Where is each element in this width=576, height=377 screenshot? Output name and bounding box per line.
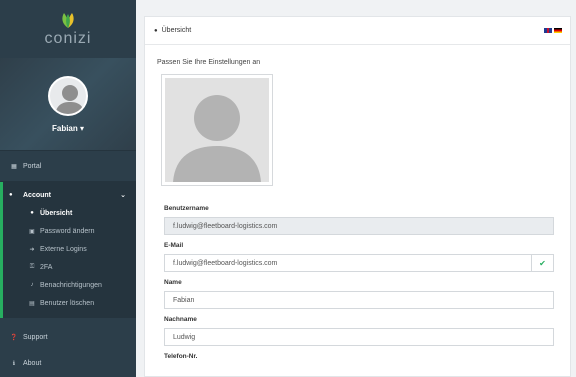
flag-en-icon[interactable] <box>544 28 552 33</box>
user-icon: ● <box>154 27 158 34</box>
page-title: Übersicht <box>161 27 192 34</box>
email-field[interactable]: f.ludwig@fleetboard-logistics.com ✔ <box>164 254 554 272</box>
logo[interactable]: conizi <box>0 0 136 58</box>
grid-icon: ▦ <box>11 163 17 170</box>
lastname-label: Nachname <box>164 316 197 323</box>
leaf-logo-icon <box>62 12 74 28</box>
main-panel: ● Übersicht Passen Sie Ihre Einstellunge… <box>144 16 571 377</box>
sidebar-item-delete-user[interactable]: ▤ Benutzer löschen <box>3 294 136 312</box>
sidebar-item-external-logins[interactable]: ➜ Externe Logins <box>3 240 136 258</box>
sidebar-item-label: 2FA <box>40 263 53 271</box>
sidebar: conizi Fabian ▾ ▦ Portal ● Account ⌄ ● Ü… <box>0 0 136 377</box>
lock-icon: ▣ <box>29 228 35 235</box>
sidebar-item-about[interactable]: ℹ About <box>0 350 136 376</box>
bell-icon: ♪ <box>30 282 34 288</box>
chevron-down-icon: ⌄ <box>120 192 126 199</box>
username-label: Benutzername <box>164 205 209 212</box>
profile-picture[interactable] <box>161 74 273 186</box>
sidebar-item-uebersicht[interactable]: ● Übersicht <box>3 204 136 222</box>
sidebar-item-account[interactable]: ● Account ⌄ <box>3 186 136 204</box>
sidebar-item-label: Benutzer löschen <box>40 299 95 307</box>
info-icon: ℹ <box>12 360 16 367</box>
help-icon: ❓ <box>10 334 18 341</box>
lastname-field[interactable]: Ludwig <box>164 328 554 346</box>
sidebar-item-label: Benachrichtigungen <box>40 281 102 289</box>
lastname-value: Ludwig <box>173 333 196 341</box>
name-field[interactable]: Fabian <box>164 291 554 309</box>
user-silhouette-icon <box>173 95 261 182</box>
email-value: f.ludwig@fleetboard-logistics.com <box>173 259 278 267</box>
sidebar-item-label: Password ändern <box>40 227 95 235</box>
check-icon: ✔ <box>531 255 553 271</box>
sidebar-item-support[interactable]: ❓ Support <box>0 324 136 350</box>
name-value: Fabian <box>173 296 195 304</box>
user-icon: ● <box>9 192 13 198</box>
user-menu-toggle[interactable]: Fabian ▾ <box>52 124 84 133</box>
sidebar-item-label: Externe Logins <box>40 245 87 253</box>
name-label: Name <box>164 279 182 286</box>
sidebar-group-account: ● Account ⌄ ● Übersicht ▣ Password änder… <box>0 182 136 318</box>
page-subtitle: Passen Sie Ihre Einstellungen an <box>157 59 261 66</box>
sidebar-item-label: Support <box>23 333 48 341</box>
avatar[interactable] <box>48 75 88 116</box>
user-silhouette-icon <box>55 84 85 114</box>
sidebar-item-label: Account <box>23 191 51 199</box>
flag-de-icon[interactable] <box>554 28 562 33</box>
sidebar-item-portal[interactable]: ▦ Portal <box>0 150 136 182</box>
sidebar-item-password[interactable]: ▣ Password ändern <box>3 222 136 240</box>
sidebar-item-2fa[interactable]: ⚿ 2FA <box>3 258 136 276</box>
sidebar-item-label: About <box>23 359 42 367</box>
sign-in-icon: ➜ <box>29 246 35 253</box>
profile-form: Benutzername f.ludwig@fleetboard-logisti… <box>164 205 554 365</box>
username-value: f.ludwig@fleetboard-logistics.com <box>173 222 278 230</box>
username-field: f.ludwig@fleetboard-logistics.com <box>164 217 554 235</box>
language-switcher <box>544 28 562 33</box>
panel-header: ● Übersicht <box>145 17 570 45</box>
phone-label: Telefon-Nr. <box>164 353 198 360</box>
user-icon: ● <box>30 210 34 216</box>
profile-panel: Fabian ▾ <box>0 58 136 150</box>
email-label: E-Mail <box>164 242 184 249</box>
sidebar-item-label: Portal <box>23 162 42 170</box>
logo-text: conizi <box>44 29 92 47</box>
key-icon: ⚿ <box>29 263 35 270</box>
sidebar-item-label: Übersicht <box>40 209 73 217</box>
trash-icon: ▤ <box>29 300 35 307</box>
sidebar-item-notifications[interactable]: ♪ Benachrichtigungen <box>3 276 136 294</box>
